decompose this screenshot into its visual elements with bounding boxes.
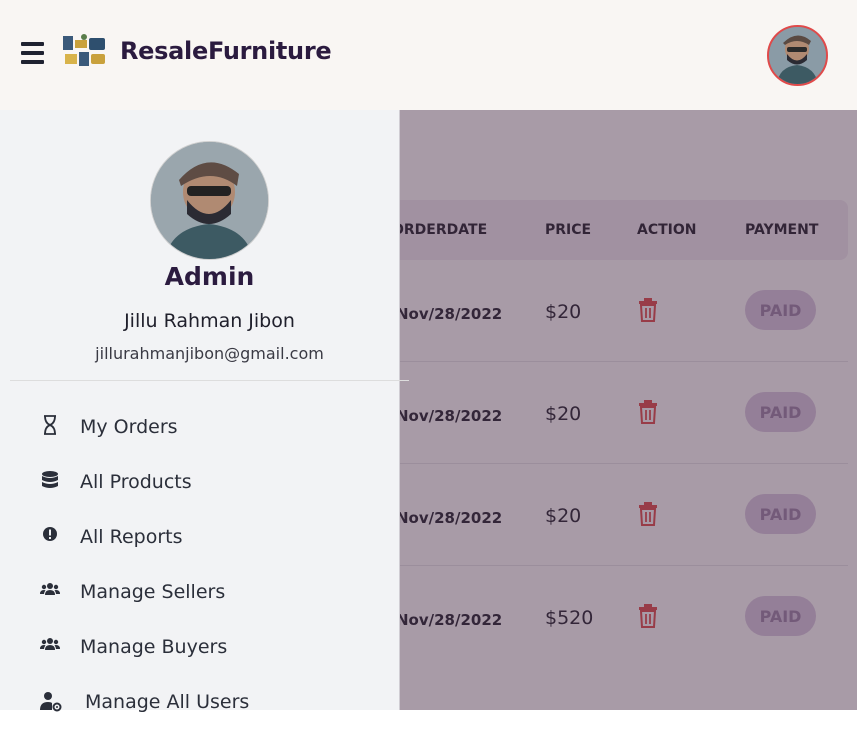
user-gear-icon — [40, 692, 62, 712]
sidebar-item-my-orders[interactable]: My Orders — [0, 400, 399, 455]
sidebar-item-label: All Reports — [80, 526, 183, 548]
database-icon — [42, 471, 58, 488]
sidebar-item-label: My Orders — [80, 416, 178, 438]
brand-logo[interactable] — [61, 32, 109, 70]
users-icon — [40, 583, 60, 595]
sidebar-item-label: Manage Buyers — [80, 636, 228, 658]
sidebar-drawer: Admin Jillu Rahman Jibon jillurahmanjibo… — [0, 110, 409, 713]
sidebar-item-all-reports[interactable]: All Reports — [0, 510, 399, 565]
user-role: Admin — [164, 262, 255, 291]
sidebar-item-manage-buyers[interactable]: Manage Buyers — [0, 620, 399, 675]
profile-avatar — [150, 141, 269, 260]
top-navbar: ResaleFurniture — [0, 0, 857, 110]
sidebar-item-label: Manage Sellers — [80, 581, 226, 603]
sidebar-item-manage-all-users[interactable]: Manage All Users — [0, 675, 399, 730]
user-email: jillurahmanjibon@gmail.com — [95, 344, 324, 363]
sidebar-item-manage-sellers[interactable]: Manage Sellers — [0, 565, 399, 620]
divider — [10, 380, 409, 381]
menu-toggle-icon[interactable] — [21, 42, 44, 64]
brand-name[interactable]: ResaleFurniture — [120, 37, 332, 65]
hourglass-icon — [44, 415, 56, 435]
alert-circle-icon — [43, 527, 57, 541]
user-avatar[interactable] — [767, 25, 828, 86]
sidebar-item-all-products[interactable]: All Products — [0, 455, 399, 510]
users-icon — [40, 638, 60, 650]
sidebar-item-label: All Products — [80, 471, 192, 493]
user-name: Jillu Rahman Jibon — [124, 310, 295, 332]
sidebar-menu: My Orders All Products All Reports Manag… — [0, 400, 399, 730]
